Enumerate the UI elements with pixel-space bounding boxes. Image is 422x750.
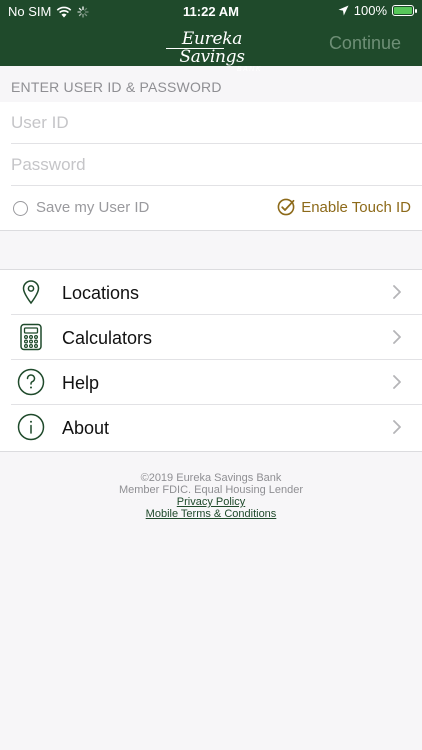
enable-touch-id-toggle[interactable]: Enable Touch ID [277, 198, 411, 216]
password-field[interactable]: Password [11, 144, 422, 186]
location-arrow-icon [338, 5, 349, 16]
info-icon [17, 413, 45, 441]
chevron-right-icon [393, 375, 401, 389]
menu-item-calculators[interactable]: Calculators [0, 315, 422, 360]
continue-button[interactable]: Continue [329, 33, 401, 54]
question-icon [17, 368, 45, 396]
touch-id-label: Enable Touch ID [301, 198, 411, 216]
menu-label-calculators: Calculators [62, 328, 153, 348]
user-id-field[interactable]: User ID [11, 102, 422, 144]
bank-logo: Eureka Savings BANK [160, 30, 264, 73]
menu-item-about[interactable]: About [0, 405, 422, 450]
options-row: Save my User ID Enable Touch ID [0, 186, 422, 230]
menu-label-about: About [62, 418, 110, 438]
member-fdic-text: Member FDIC. Equal Housing Lender [118, 484, 304, 496]
footer: ©2019 Eureka Savings Bank Member FDIC. E… [0, 472, 422, 520]
location-pin-icon [22, 280, 40, 305]
save-user-id-radio[interactable] [13, 201, 28, 216]
menu-item-help[interactable]: Help [0, 360, 422, 405]
menu-item-locations[interactable]: Locations [0, 270, 422, 315]
status-right: 100% [338, 3, 417, 18]
check-circle-icon [277, 198, 295, 216]
save-user-id-label[interactable]: Save my User ID [36, 199, 149, 216]
menu-label-help: Help [62, 373, 100, 393]
battery-percent: 100% [353, 3, 387, 18]
chevron-right-icon [393, 420, 401, 434]
chevron-right-icon [393, 285, 401, 299]
copyright-text: ©2019 Eureka Savings Bank [140, 472, 282, 484]
section-label: ENTER USER ID & PASSWORD [11, 79, 222, 95]
calculator-icon [20, 323, 42, 351]
battery-icon [392, 5, 417, 16]
login-form: User ID Password Save my User ID Enable … [0, 102, 422, 231]
chevron-right-icon [393, 330, 401, 344]
mobile-terms-link[interactable]: Mobile Terms & Conditions [0, 508, 422, 520]
logo-sub-text: BANK [236, 66, 262, 73]
privacy-policy-link[interactable]: Privacy Policy [0, 496, 422, 508]
menu-label-locations: Locations [62, 283, 140, 303]
app-header: No SIM 11:22 AM 100% Eureka Savings BANK… [0, 0, 422, 73]
menu-list: Locations Calculators Help About [0, 269, 422, 452]
status-bar: No SIM 11:22 AM 100% [0, 0, 422, 22]
